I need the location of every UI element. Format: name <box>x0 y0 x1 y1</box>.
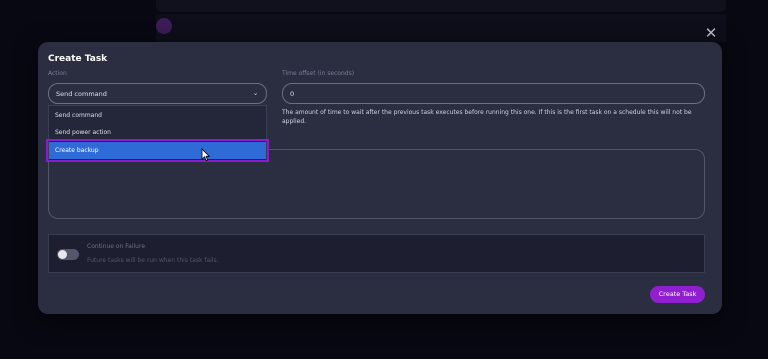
create-task-modal: Create Task Action Send command ⌄ Time o… <box>38 42 722 314</box>
dropdown-option-create-backup[interactable]: Create backup <box>46 139 269 162</box>
continue-on-failure-toggle[interactable] <box>57 249 79 260</box>
action-dropdown: Send command Send power action Create ba… <box>46 105 269 162</box>
time-offset-input[interactable]: 0 <box>282 83 705 104</box>
mouse-cursor-icon <box>201 148 211 162</box>
toggle-knob <box>58 250 67 259</box>
close-icon[interactable]: ✕ <box>703 25 719 41</box>
action-select-value: Send command <box>56 90 107 98</box>
time-offset-value: 0 <box>290 90 295 98</box>
dropdown-option-send-command[interactable]: Send command <box>49 107 266 124</box>
dropdown-option-send-power-action[interactable]: Send power action <box>49 124 266 141</box>
toggle-description: Future tasks will be run when this task … <box>87 257 219 264</box>
chevron-down-icon: ⌄ <box>252 89 259 97</box>
time-offset-label: Time offset (in seconds) <box>282 70 355 77</box>
toggle-title: Continue on Failure <box>87 243 146 250</box>
background-row <box>156 14 726 42</box>
create-task-button[interactable]: Create Task <box>650 286 705 303</box>
background-card <box>156 0 726 12</box>
continue-on-failure-panel: Continue on Failure Future tasks will be… <box>48 234 705 273</box>
time-offset-help: The amount of time to wait after the pre… <box>282 109 692 125</box>
action-select[interactable]: Send command ⌄ <box>48 83 267 104</box>
modal-title: Create Task <box>48 54 108 64</box>
background-icon <box>156 18 172 34</box>
action-label: Action <box>48 70 67 77</box>
